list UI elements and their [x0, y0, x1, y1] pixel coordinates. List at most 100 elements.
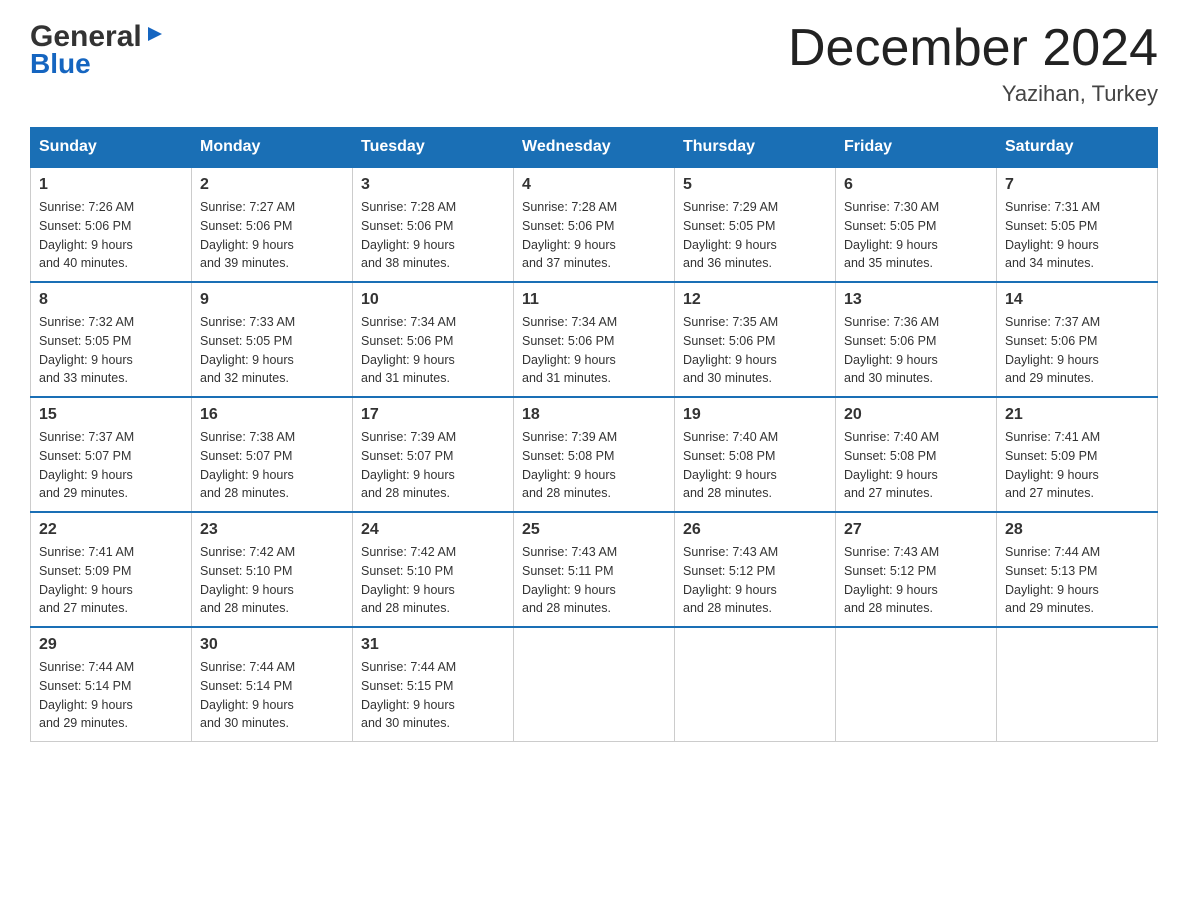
day-number: 23 [200, 521, 344, 539]
day-number: 12 [683, 291, 827, 309]
day-number: 20 [844, 406, 988, 424]
calendar-cell: 22 Sunrise: 7:41 AM Sunset: 5:09 PM Dayl… [31, 512, 192, 627]
day-info: Sunrise: 7:43 AM Sunset: 5:11 PM Dayligh… [522, 543, 666, 618]
calendar-cell: 29 Sunrise: 7:44 AM Sunset: 5:14 PM Dayl… [31, 627, 192, 742]
day-info: Sunrise: 7:34 AM Sunset: 5:06 PM Dayligh… [522, 313, 666, 388]
calendar-cell: 10 Sunrise: 7:34 AM Sunset: 5:06 PM Dayl… [353, 282, 514, 397]
calendar-cell: 7 Sunrise: 7:31 AM Sunset: 5:05 PM Dayli… [997, 167, 1158, 282]
day-number: 3 [361, 176, 505, 194]
calendar-cell [675, 627, 836, 742]
day-info: Sunrise: 7:29 AM Sunset: 5:05 PM Dayligh… [683, 198, 827, 273]
day-info: Sunrise: 7:44 AM Sunset: 5:14 PM Dayligh… [39, 658, 183, 733]
calendar-cell: 12 Sunrise: 7:35 AM Sunset: 5:06 PM Dayl… [675, 282, 836, 397]
weekday-header: Sunday [31, 128, 192, 168]
calendar-cell: 11 Sunrise: 7:34 AM Sunset: 5:06 PM Dayl… [514, 282, 675, 397]
weekday-header: Tuesday [353, 128, 514, 168]
day-number: 18 [522, 406, 666, 424]
day-number: 4 [522, 176, 666, 194]
page-title: December 2024 [788, 20, 1158, 77]
calendar-cell: 16 Sunrise: 7:38 AM Sunset: 5:07 PM Dayl… [192, 397, 353, 512]
page-header: General Blue December 2024 Yazihan, Turk… [30, 20, 1158, 107]
weekday-header: Wednesday [514, 128, 675, 168]
calendar-cell: 21 Sunrise: 7:41 AM Sunset: 5:09 PM Dayl… [997, 397, 1158, 512]
day-info: Sunrise: 7:44 AM Sunset: 5:15 PM Dayligh… [361, 658, 505, 733]
weekday-header: Thursday [675, 128, 836, 168]
calendar-cell: 23 Sunrise: 7:42 AM Sunset: 5:10 PM Dayl… [192, 512, 353, 627]
day-number: 30 [200, 636, 344, 654]
day-info: Sunrise: 7:39 AM Sunset: 5:07 PM Dayligh… [361, 428, 505, 503]
calendar-table: SundayMondayTuesdayWednesdayThursdayFrid… [30, 127, 1158, 742]
day-number: 26 [683, 521, 827, 539]
day-number: 19 [683, 406, 827, 424]
day-info: Sunrise: 7:43 AM Sunset: 5:12 PM Dayligh… [844, 543, 988, 618]
day-number: 11 [522, 291, 666, 309]
calendar-cell: 17 Sunrise: 7:39 AM Sunset: 5:07 PM Dayl… [353, 397, 514, 512]
day-info: Sunrise: 7:44 AM Sunset: 5:13 PM Dayligh… [1005, 543, 1149, 618]
logo: General Blue [30, 20, 164, 80]
calendar-cell: 15 Sunrise: 7:37 AM Sunset: 5:07 PM Dayl… [31, 397, 192, 512]
page-subtitle: Yazihan, Turkey [788, 81, 1158, 107]
weekday-header: Friday [836, 128, 997, 168]
day-number: 13 [844, 291, 988, 309]
day-info: Sunrise: 7:31 AM Sunset: 5:05 PM Dayligh… [1005, 198, 1149, 273]
day-info: Sunrise: 7:28 AM Sunset: 5:06 PM Dayligh… [522, 198, 666, 273]
day-info: Sunrise: 7:41 AM Sunset: 5:09 PM Dayligh… [1005, 428, 1149, 503]
day-number: 25 [522, 521, 666, 539]
day-number: 2 [200, 176, 344, 194]
calendar-cell: 3 Sunrise: 7:28 AM Sunset: 5:06 PM Dayli… [353, 167, 514, 282]
calendar-cell: 31 Sunrise: 7:44 AM Sunset: 5:15 PM Dayl… [353, 627, 514, 742]
day-info: Sunrise: 7:36 AM Sunset: 5:06 PM Dayligh… [844, 313, 988, 388]
day-number: 6 [844, 176, 988, 194]
calendar-cell [836, 627, 997, 742]
day-number: 22 [39, 521, 183, 539]
calendar-cell: 20 Sunrise: 7:40 AM Sunset: 5:08 PM Dayl… [836, 397, 997, 512]
day-info: Sunrise: 7:37 AM Sunset: 5:06 PM Dayligh… [1005, 313, 1149, 388]
day-number: 5 [683, 176, 827, 194]
calendar-cell: 28 Sunrise: 7:44 AM Sunset: 5:13 PM Dayl… [997, 512, 1158, 627]
day-info: Sunrise: 7:30 AM Sunset: 5:05 PM Dayligh… [844, 198, 988, 273]
day-number: 14 [1005, 291, 1149, 309]
day-info: Sunrise: 7:26 AM Sunset: 5:06 PM Dayligh… [39, 198, 183, 273]
day-number: 17 [361, 406, 505, 424]
day-info: Sunrise: 7:32 AM Sunset: 5:05 PM Dayligh… [39, 313, 183, 388]
calendar-week-row: 22 Sunrise: 7:41 AM Sunset: 5:09 PM Dayl… [31, 512, 1158, 627]
calendar-cell: 8 Sunrise: 7:32 AM Sunset: 5:05 PM Dayli… [31, 282, 192, 397]
calendar-cell: 26 Sunrise: 7:43 AM Sunset: 5:12 PM Dayl… [675, 512, 836, 627]
day-info: Sunrise: 7:44 AM Sunset: 5:14 PM Dayligh… [200, 658, 344, 733]
calendar-cell: 18 Sunrise: 7:39 AM Sunset: 5:08 PM Dayl… [514, 397, 675, 512]
day-info: Sunrise: 7:38 AM Sunset: 5:07 PM Dayligh… [200, 428, 344, 503]
weekday-header: Monday [192, 128, 353, 168]
day-number: 9 [200, 291, 344, 309]
calendar-week-row: 8 Sunrise: 7:32 AM Sunset: 5:05 PM Dayli… [31, 282, 1158, 397]
day-number: 15 [39, 406, 183, 424]
calendar-week-row: 1 Sunrise: 7:26 AM Sunset: 5:06 PM Dayli… [31, 167, 1158, 282]
day-info: Sunrise: 7:43 AM Sunset: 5:12 PM Dayligh… [683, 543, 827, 618]
calendar-week-row: 15 Sunrise: 7:37 AM Sunset: 5:07 PM Dayl… [31, 397, 1158, 512]
calendar-cell: 19 Sunrise: 7:40 AM Sunset: 5:08 PM Dayl… [675, 397, 836, 512]
weekday-header: Saturday [997, 128, 1158, 168]
day-number: 28 [1005, 521, 1149, 539]
day-number: 7 [1005, 176, 1149, 194]
day-info: Sunrise: 7:27 AM Sunset: 5:06 PM Dayligh… [200, 198, 344, 273]
day-info: Sunrise: 7:42 AM Sunset: 5:10 PM Dayligh… [361, 543, 505, 618]
day-number: 31 [361, 636, 505, 654]
day-number: 27 [844, 521, 988, 539]
day-info: Sunrise: 7:40 AM Sunset: 5:08 PM Dayligh… [844, 428, 988, 503]
calendar-cell: 2 Sunrise: 7:27 AM Sunset: 5:06 PM Dayli… [192, 167, 353, 282]
day-number: 10 [361, 291, 505, 309]
logo-arrow-icon [146, 25, 164, 48]
calendar-cell: 4 Sunrise: 7:28 AM Sunset: 5:06 PM Dayli… [514, 167, 675, 282]
logo-blue-text: Blue [30, 49, 164, 80]
calendar-cell: 1 Sunrise: 7:26 AM Sunset: 5:06 PM Dayli… [31, 167, 192, 282]
calendar-cell: 6 Sunrise: 7:30 AM Sunset: 5:05 PM Dayli… [836, 167, 997, 282]
calendar-cell: 27 Sunrise: 7:43 AM Sunset: 5:12 PM Dayl… [836, 512, 997, 627]
calendar-cell: 25 Sunrise: 7:43 AM Sunset: 5:11 PM Dayl… [514, 512, 675, 627]
calendar-week-row: 29 Sunrise: 7:44 AM Sunset: 5:14 PM Dayl… [31, 627, 1158, 742]
day-info: Sunrise: 7:37 AM Sunset: 5:07 PM Dayligh… [39, 428, 183, 503]
calendar-cell: 14 Sunrise: 7:37 AM Sunset: 5:06 PM Dayl… [997, 282, 1158, 397]
day-info: Sunrise: 7:42 AM Sunset: 5:10 PM Dayligh… [200, 543, 344, 618]
day-number: 16 [200, 406, 344, 424]
calendar-cell: 13 Sunrise: 7:36 AM Sunset: 5:06 PM Dayl… [836, 282, 997, 397]
day-number: 1 [39, 176, 183, 194]
day-number: 29 [39, 636, 183, 654]
